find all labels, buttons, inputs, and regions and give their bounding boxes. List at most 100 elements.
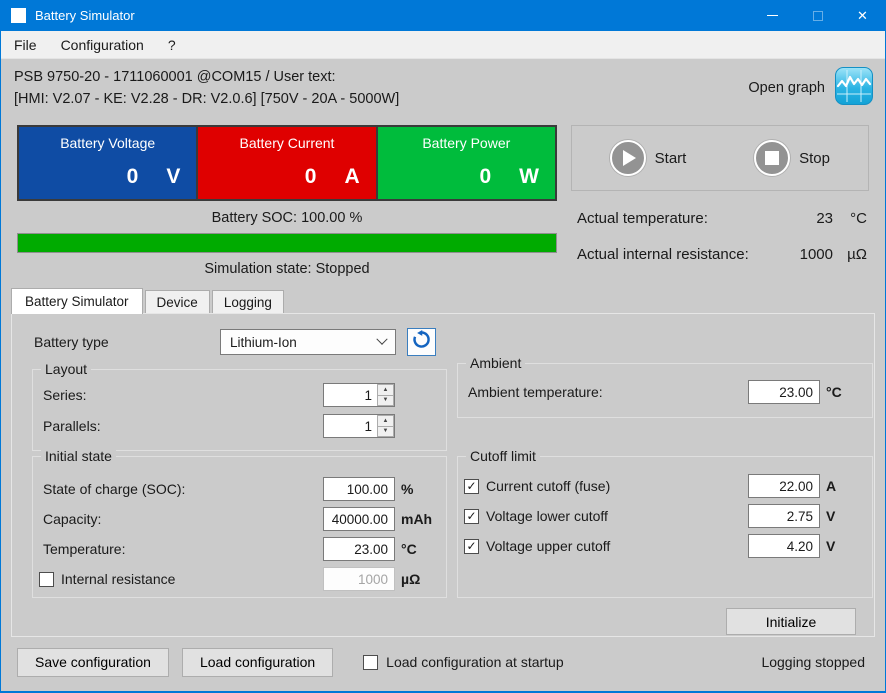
series-spin-up[interactable]: ▲ xyxy=(377,384,394,396)
state-of-charge-label: State of charge (SOC): xyxy=(43,481,185,497)
tab-strip: Battery Simulator Device Logging xyxy=(1,287,885,313)
current-cutoff-label: Current cutoff (fuse) xyxy=(486,478,610,494)
tab-device[interactable]: Device xyxy=(145,290,210,313)
actual-temperature-row: Actual temperature: 23 °C xyxy=(571,210,869,227)
meter-panels: Battery Voltage 0 V Battery Current 0 A … xyxy=(17,125,557,201)
menu-bar: File Configuration ? xyxy=(1,31,885,59)
stop-button[interactable] xyxy=(754,140,790,176)
ambient-temperature-row: Ambient temperature: °C xyxy=(458,380,872,404)
device-info-header: PSB 9750-20 - 1711060001 @COM15 / User t… xyxy=(1,59,885,116)
close-button[interactable]: ✕ xyxy=(840,0,885,31)
temperature-label: Temperature: xyxy=(43,541,125,557)
footer-bar: Save configuration Load configuration Lo… xyxy=(1,637,885,693)
layout-group: Layout Series: ▲ ▼ Parallels: ▲ ▼ xyxy=(32,369,447,451)
temperature-row: Temperature: °C xyxy=(33,537,446,561)
actual-resistance-row: Actual internal resistance: 1000 µΩ xyxy=(571,246,869,263)
voltage-lower-cutoff-label: Voltage lower cutoff xyxy=(486,508,608,524)
series-spin-down[interactable]: ▼ xyxy=(377,396,394,407)
load-at-startup-checkbox[interactable] xyxy=(363,655,378,670)
arrow-up-icon: ▲ xyxy=(383,387,389,393)
soc-progress-fill xyxy=(18,234,556,252)
soc-row: State of charge (SOC): % xyxy=(33,477,446,501)
menu-help[interactable]: ? xyxy=(156,31,188,58)
meter-voltage-unit: V xyxy=(166,165,180,189)
ambient-group-title: Ambient xyxy=(466,355,525,371)
app-window: Battery Simulator ✕ File Configuration ?… xyxy=(0,0,886,693)
current-cutoff-input[interactable] xyxy=(748,474,820,498)
capacity-input[interactable] xyxy=(323,507,395,531)
minimize-icon xyxy=(767,15,778,16)
capacity-unit: mAh xyxy=(401,511,432,527)
current-cutoff-checkbox[interactable] xyxy=(464,479,479,494)
initial-state-group: Initial state State of charge (SOC): % C… xyxy=(32,456,447,598)
parallels-spin-down[interactable]: ▼ xyxy=(377,427,394,438)
open-graph-label: Open graph xyxy=(748,80,825,96)
voltage-lower-cutoff-input[interactable] xyxy=(748,504,820,528)
cutoff-limit-group-title: Cutoff limit xyxy=(466,448,540,464)
actual-resistance-label: Actual internal resistance: xyxy=(577,246,773,263)
ambient-group: Ambient Ambient temperature: °C xyxy=(457,363,873,418)
arrow-down-icon: ▼ xyxy=(383,397,389,403)
state-of-charge-input[interactable] xyxy=(323,477,395,501)
tab-logging[interactable]: Logging xyxy=(212,290,284,313)
minimize-button[interactable] xyxy=(750,0,795,31)
chevron-down-icon xyxy=(376,334,387,345)
menu-configuration[interactable]: Configuration xyxy=(49,31,156,58)
stop-label: Stop xyxy=(799,150,830,167)
refresh-battery-type-button[interactable] xyxy=(407,328,436,356)
meter-voltage-title: Battery Voltage xyxy=(19,135,196,151)
parallels-spin-up[interactable]: ▲ xyxy=(377,415,394,427)
meter-power-unit: W xyxy=(519,165,539,189)
temperature-input[interactable] xyxy=(323,537,395,561)
actual-temperature-unit: °C xyxy=(833,210,867,227)
voltage-upper-cutoff-input[interactable] xyxy=(748,534,820,558)
save-configuration-button[interactable]: Save configuration xyxy=(17,648,169,677)
voltage-lower-cutoff-row: Voltage lower cutoff V xyxy=(458,504,872,528)
meter-current: Battery Current 0 A xyxy=(198,127,375,199)
parallels-row: Parallels: ▲ ▼ xyxy=(33,414,446,438)
voltage-upper-cutoff-unit: V xyxy=(826,538,835,554)
state-of-charge-unit: % xyxy=(401,481,413,497)
maximize-button[interactable] xyxy=(795,0,840,31)
ambient-temperature-label: Ambient temperature: xyxy=(468,384,603,400)
meter-current-title: Battery Current xyxy=(198,135,375,151)
transport-box: Start Stop xyxy=(571,125,869,191)
meter-current-value: 0 xyxy=(305,165,317,189)
soc-progress-bar xyxy=(17,233,557,253)
start-button[interactable] xyxy=(610,140,646,176)
window-title: Battery Simulator xyxy=(35,8,135,23)
actual-temperature-label: Actual temperature: xyxy=(577,210,773,227)
internal-resistance-checkbox[interactable] xyxy=(39,572,54,587)
initialize-button[interactable]: Initialize xyxy=(726,608,856,635)
status-section: Battery Voltage 0 V Battery Current 0 A … xyxy=(1,116,885,287)
actual-temperature-value: 23 xyxy=(773,210,833,227)
voltage-upper-cutoff-label: Voltage upper cutoff xyxy=(486,538,610,554)
internal-resistance-input xyxy=(323,567,395,591)
arrow-down-icon: ▼ xyxy=(383,428,389,434)
initial-state-group-title: Initial state xyxy=(41,448,116,464)
load-configuration-button[interactable]: Load configuration xyxy=(182,648,333,677)
voltage-lower-cutoff-checkbox[interactable] xyxy=(464,509,479,524)
meter-current-unit: A xyxy=(344,165,359,189)
menu-file[interactable]: File xyxy=(1,31,49,58)
logging-status-label: Logging stopped xyxy=(564,654,865,670)
layout-group-title: Layout xyxy=(41,361,91,377)
voltage-upper-cutoff-checkbox[interactable] xyxy=(464,539,479,554)
battery-soc-label: Battery SOC: 100.00 % xyxy=(17,210,557,226)
open-graph-button[interactable]: Open graph xyxy=(748,67,873,109)
app-icon xyxy=(11,8,26,23)
capacity-row: Capacity: mAh xyxy=(33,507,446,531)
internal-resistance-label: Internal resistance xyxy=(61,571,175,587)
battery-type-select[interactable]: Lithium-Ion xyxy=(220,329,396,355)
current-cutoff-unit: A xyxy=(826,478,836,494)
meter-voltage-value: 0 xyxy=(127,165,139,189)
close-icon: ✕ xyxy=(857,9,868,22)
internal-resistance-unit: µΩ xyxy=(401,571,420,587)
temperature-unit: °C xyxy=(401,541,417,557)
arrow-up-icon: ▲ xyxy=(383,418,389,424)
parallels-label: Parallels: xyxy=(43,418,101,434)
voltage-upper-cutoff-row: Voltage upper cutoff V xyxy=(458,534,872,558)
current-cutoff-row: Current cutoff (fuse) A xyxy=(458,474,872,498)
tab-battery-simulator[interactable]: Battery Simulator xyxy=(11,288,143,314)
ambient-temperature-input[interactable] xyxy=(748,380,820,404)
